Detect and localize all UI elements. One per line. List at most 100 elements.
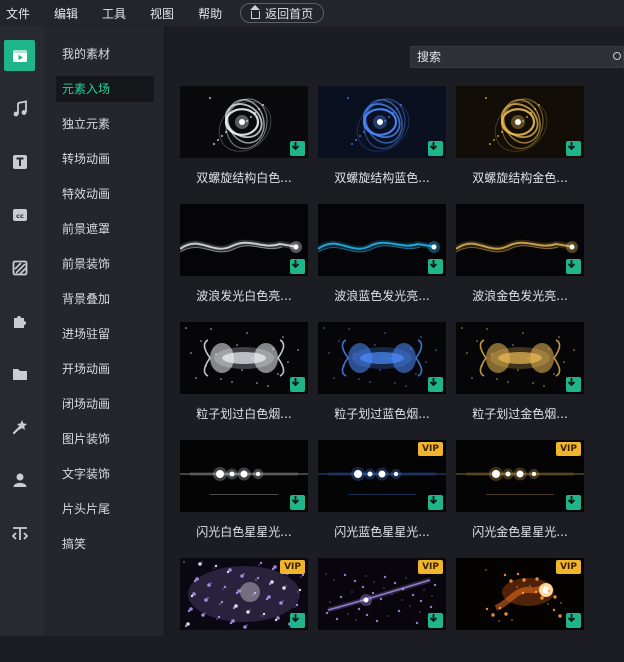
category-item[interactable]: 文字装饰: [56, 461, 154, 487]
caption-icon: cc: [12, 208, 27, 221]
search-box[interactable]: [410, 46, 624, 68]
home-button[interactable]: 返回首页: [240, 3, 325, 23]
asset-card[interactable]: VIP: [318, 558, 446, 662]
asset-card[interactable]: 双螺旋结构白色...: [180, 86, 308, 190]
download-icon[interactable]: [290, 613, 305, 628]
download-icon[interactable]: [290, 495, 305, 510]
download-icon[interactable]: [428, 495, 443, 510]
asset-card[interactable]: VIP: [456, 558, 584, 662]
download-icon[interactable]: [566, 495, 581, 510]
thumbnail-preview: [318, 86, 446, 158]
asset-card[interactable]: 波浪金色发光亮...: [456, 204, 584, 308]
asset-card[interactable]: VIP: [180, 558, 308, 662]
download-icon[interactable]: [566, 259, 581, 274]
plugin-icon: [13, 315, 26, 328]
vip-badge: VIP: [418, 442, 443, 456]
media-icon: [12, 49, 27, 62]
menu-edit[interactable]: 编辑: [54, 5, 78, 22]
asset-card[interactable]: VIP 闪光蓝色星星光...: [318, 440, 446, 544]
asset-card[interactable]: 双螺旋结构蓝色...: [318, 86, 446, 190]
music-icon: [13, 99, 27, 116]
download-icon[interactable]: [290, 259, 305, 274]
asset-label: 波浪金色发光亮...: [472, 289, 568, 303]
download-icon[interactable]: [428, 141, 443, 156]
folder-tab[interactable]: [4, 358, 35, 389]
filter-tab[interactable]: [4, 252, 35, 283]
asset-thumbnail[interactable]: VIP: [180, 558, 308, 630]
asset-card[interactable]: 粒子划过白色烟...: [180, 322, 308, 426]
vip-badge: VIP: [556, 560, 581, 574]
asset-thumbnail[interactable]: [318, 86, 446, 158]
menu-tools[interactable]: 工具: [102, 5, 126, 22]
download-icon[interactable]: [428, 613, 443, 628]
menu-file[interactable]: 文件: [6, 5, 30, 22]
menu-help[interactable]: 帮助: [198, 5, 222, 22]
download-icon[interactable]: [566, 613, 581, 628]
category-item[interactable]: 转场动画: [56, 146, 154, 172]
search-input[interactable]: [411, 50, 601, 64]
thumbnail-preview: [456, 322, 584, 394]
category-item[interactable]: 元素入场: [56, 76, 154, 102]
asset-thumbnail[interactable]: [456, 322, 584, 394]
thumbnail-preview: [180, 322, 308, 394]
asset-label: 粒子划过白色烟...: [196, 407, 292, 421]
caption-tab[interactable]: cc: [4, 199, 35, 230]
category-item[interactable]: 闭场动画: [56, 391, 154, 417]
category-item[interactable]: 图片装饰: [56, 426, 154, 452]
asset-thumbnail[interactable]: [180, 322, 308, 394]
search-icon[interactable]: [613, 52, 621, 60]
split-icon: [11, 526, 28, 540]
category-item[interactable]: 背景叠加: [56, 286, 154, 312]
music-tab[interactable]: [4, 93, 35, 124]
filter-icon: [12, 260, 27, 275]
asset-label: 粒子划过金色烟...: [472, 407, 568, 421]
asset-thumbnail[interactable]: [318, 204, 446, 276]
download-icon[interactable]: [566, 377, 581, 392]
category-item[interactable]: 前景装饰: [56, 251, 154, 277]
category-item[interactable]: 开场动画: [56, 356, 154, 382]
asset-thumbnail[interactable]: [180, 440, 308, 512]
category-item[interactable]: 特效动画: [56, 181, 154, 207]
asset-card[interactable]: VIP 闪光金色星星光...: [456, 440, 584, 544]
asset-thumbnail[interactable]: [180, 86, 308, 158]
asset-label: 闪光蓝色星星光...: [334, 525, 430, 539]
category-item[interactable]: 独立元素: [56, 111, 154, 137]
category-item[interactable]: 我的素材: [56, 41, 154, 67]
download-icon[interactable]: [428, 259, 443, 274]
download-icon[interactable]: [290, 141, 305, 156]
thumbnail-preview: [456, 86, 584, 158]
plugin-tab[interactable]: [4, 305, 35, 336]
asset-browser: 双螺旋结构白色... 双螺旋结构蓝色... 双螺旋结构金色... 波浪发光白色亮...…: [166, 26, 624, 636]
asset-thumbnail[interactable]: [456, 86, 584, 158]
category-item[interactable]: 前景遮罩: [56, 216, 154, 242]
text-tab[interactable]: [4, 146, 35, 177]
asset-card[interactable]: 波浪发光白色亮...: [180, 204, 308, 308]
asset-thumbnail[interactable]: [180, 204, 308, 276]
asset-card[interactable]: 粒子划过蓝色烟...: [318, 322, 446, 426]
category-item[interactable]: 搞笑: [56, 531, 154, 557]
category-item[interactable]: 片头片尾: [56, 496, 154, 522]
asset-thumbnail[interactable]: VIP: [456, 440, 584, 512]
effects-tab[interactable]: [4, 411, 35, 442]
asset-thumbnail[interactable]: VIP: [456, 558, 584, 630]
download-icon[interactable]: [290, 377, 305, 392]
category-item[interactable]: 进场驻留: [56, 321, 154, 347]
download-icon[interactable]: [428, 377, 443, 392]
asset-label: 波浪蓝色发光亮...: [334, 289, 430, 303]
asset-card[interactable]: 波浪蓝色发光亮...: [318, 204, 446, 308]
menu-view[interactable]: 视图: [150, 5, 174, 22]
asset-thumbnail[interactable]: [318, 322, 446, 394]
asset-label: 粒子划过蓝色烟...: [334, 407, 430, 421]
asset-card[interactable]: 粒子划过金色烟...: [456, 322, 584, 426]
asset-label: 闪光白色星星光...: [196, 525, 292, 539]
split-tab[interactable]: [4, 517, 35, 548]
person-tab[interactable]: [4, 464, 35, 495]
asset-label: 闪光金色星星光...: [472, 525, 568, 539]
media-tab[interactable]: [4, 40, 35, 71]
asset-thumbnail[interactable]: VIP: [318, 558, 446, 630]
asset-thumbnail[interactable]: [456, 204, 584, 276]
asset-thumbnail[interactable]: VIP: [318, 440, 446, 512]
download-icon[interactable]: [566, 141, 581, 156]
asset-card[interactable]: 双螺旋结构金色...: [456, 86, 584, 190]
asset-card[interactable]: 闪光白色星星光...: [180, 440, 308, 544]
